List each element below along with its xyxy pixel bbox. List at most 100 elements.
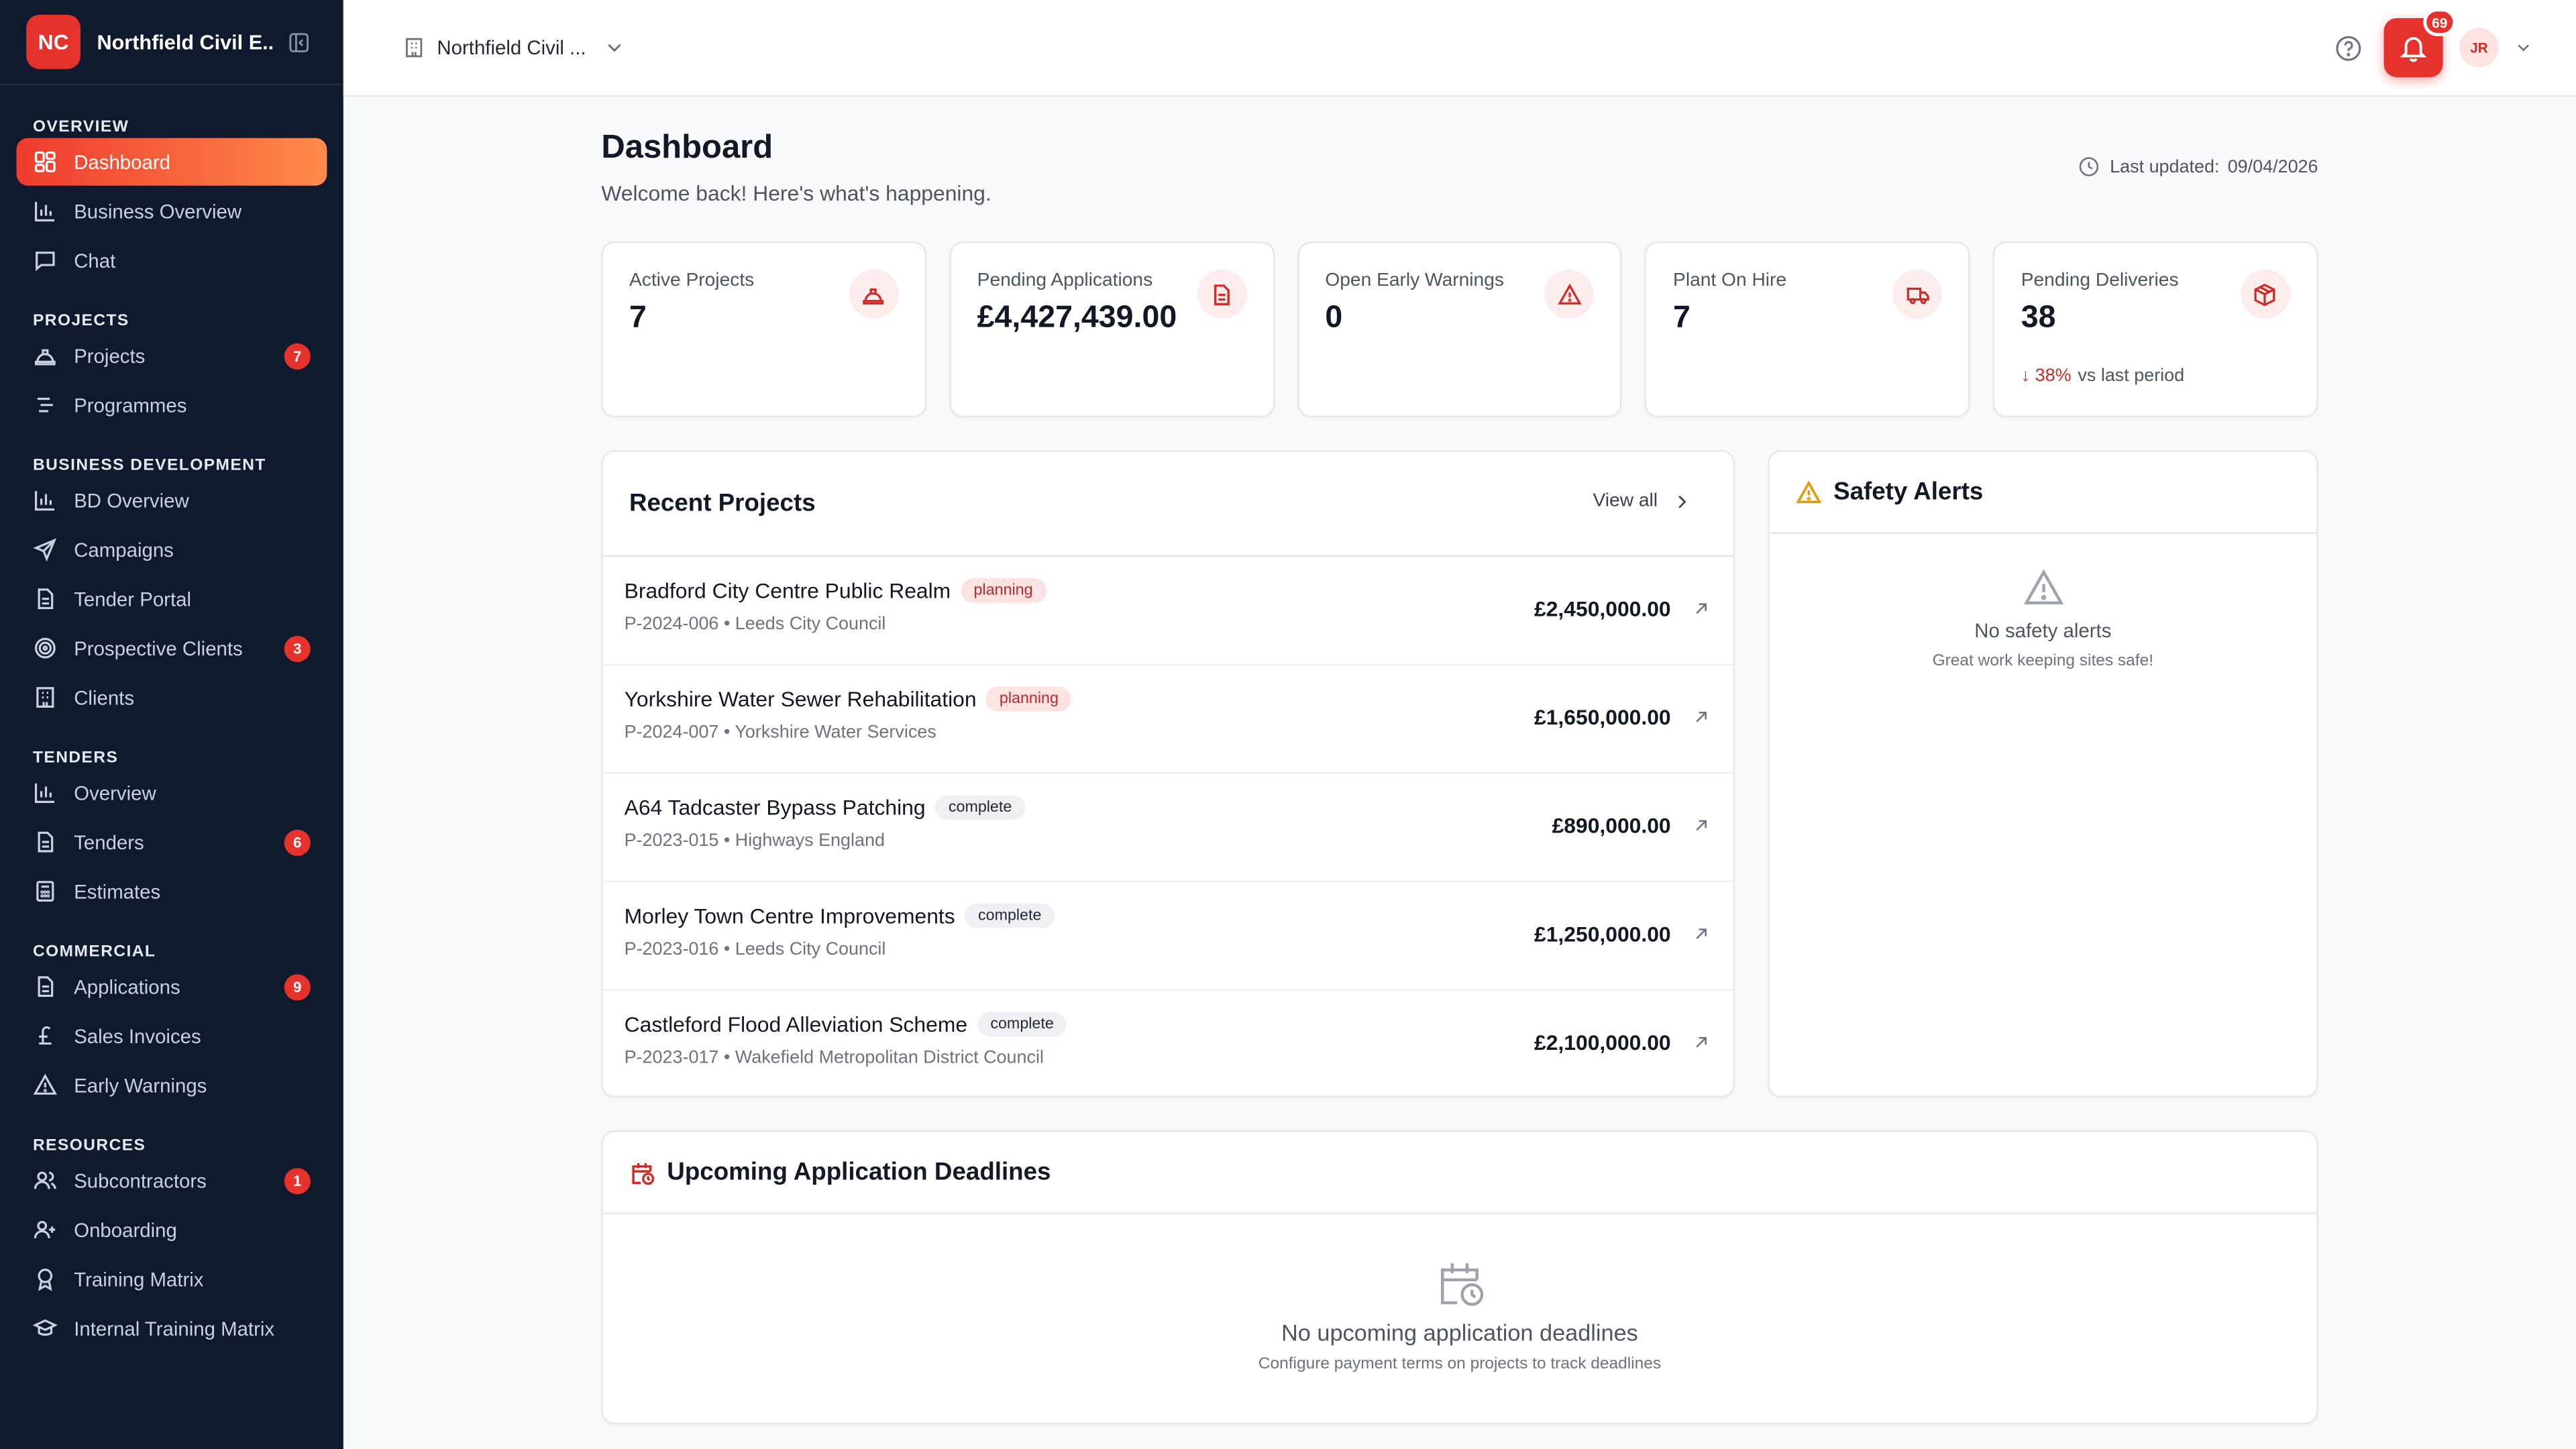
- sidebar-item-programmes[interactable]: Programmes: [16, 381, 327, 429]
- stat-icon-wrap: [1197, 269, 1246, 319]
- arrow-up-right-icon[interactable]: [1692, 1033, 1710, 1051]
- last-updated-value: 09/04/2026: [2227, 156, 2318, 177]
- stat-icon-wrap: [849, 269, 899, 319]
- sidebar-item-prospective-clients[interactable]: Prospective Clients 3: [16, 625, 327, 672]
- sidebar-item-campaigns[interactable]: Campaigns: [16, 526, 327, 574]
- bell-icon: [2400, 37, 2427, 62]
- upcoming-deadlines-panel: Upcoming Application Deadlines No upcomi…: [601, 1130, 2318, 1425]
- sidebar-item-label: Internal Training Matrix: [74, 1316, 275, 1340]
- building-icon: [406, 38, 423, 58]
- sidebar-item-training-matrix[interactable]: Training Matrix: [16, 1255, 327, 1303]
- count-badge: 9: [284, 973, 311, 1000]
- sidebar-item-onboarding[interactable]: Onboarding: [16, 1206, 327, 1254]
- stat-icon-wrap: [1892, 269, 1943, 319]
- stat-card-pending-deliveries[interactable]: Pending Deliveries 38 ↓ 38% vs last perio…: [1993, 241, 2318, 418]
- chevron-down-icon[interactable]: [2514, 38, 2533, 57]
- sidebar-item-label: Tender Portal: [74, 587, 192, 610]
- sidebar-item-dashboard[interactable]: Dashboard: [16, 138, 327, 186]
- table-row[interactable]: Castleford Flood Alleviation Scheme comp…: [603, 991, 1733, 1099]
- stat-trend: ↓ 38% vs last period: [2021, 366, 2184, 386]
- page-subtitle: Welcome back! Here's what's happening.: [601, 180, 991, 206]
- sidebar-item-applications[interactable]: Applications 9: [16, 963, 327, 1010]
- recent-projects-header: Recent Projects View all: [602, 451, 1733, 557]
- sidebar-item-label: Sales Invoices: [74, 1024, 201, 1048]
- project-meta: P-2023-015 • Highways England: [624, 831, 885, 851]
- help-circle-icon[interactable]: [2334, 34, 2363, 62]
- status-badge: complete: [977, 1012, 1067, 1037]
- project-name: A64 Tadcaster Bypass Patching: [624, 795, 926, 820]
- status-badge: complete: [935, 795, 1025, 820]
- warning-triangle-icon: [1796, 480, 1822, 502]
- chevron-right-icon: [1678, 494, 1686, 508]
- empty-state-subtitle: Configure payment terms on projects to t…: [1258, 1355, 1662, 1374]
- sidebar-item-tenders-overview[interactable]: Overview: [16, 769, 327, 816]
- status-badge: complete: [965, 903, 1055, 928]
- document-icon: [1214, 283, 1230, 305]
- sidebar-item-tender-portal[interactable]: Tender Portal: [16, 575, 327, 623]
- warning-triangle-icon: [33, 1073, 58, 1095]
- project-value: £1,250,000.00: [1534, 921, 1671, 947]
- sidebar-item-clients[interactable]: Clients: [16, 674, 327, 721]
- project-name: Bradford City Centre Public Realm: [624, 578, 951, 603]
- brand-name[interactable]: Northfield Civil E...: [97, 30, 274, 53]
- nav-section-commercial: COMMERCIAL: [32, 943, 156, 961]
- notifications-button[interactable]: 69: [2383, 8, 2457, 78]
- stat-card-open-early-warnings[interactable]: Open Early Warnings 0: [1297, 241, 1623, 418]
- table-row[interactable]: Morley Town Centre Improvements complete…: [602, 882, 1733, 991]
- hard-hat-icon: [34, 349, 56, 366]
- nav-section-overview: OVERVIEW: [32, 118, 129, 137]
- table-row[interactable]: Bradford City Centre Public Realm planni…: [602, 557, 1733, 665]
- status-badge: planning: [960, 578, 1046, 603]
- stat-card-pending-applications[interactable]: Pending Applications £4,427,439.00: [949, 241, 1275, 418]
- sidebar-item-chat[interactable]: Chat: [16, 237, 327, 284]
- bar-chart-icon: [34, 490, 55, 511]
- sidebar-item-tenders[interactable]: Tenders 6: [16, 818, 327, 866]
- arrow-up-right-icon[interactable]: [1692, 816, 1710, 835]
- brand-logo[interactable]: NC: [26, 15, 81, 69]
- view-all-link[interactable]: View all: [1593, 491, 1690, 511]
- project-name-line: Yorkshire Water Sewer Rehabilitation pla…: [625, 686, 1072, 712]
- nav-section-tenders: TENDERS: [32, 749, 119, 767]
- sidebar-item-label: Training Matrix: [74, 1267, 204, 1291]
- sidebar-item-label: Chat: [74, 249, 116, 272]
- status-badge: planning: [986, 686, 1072, 712]
- sidebar-item-sales-invoices[interactable]: Sales Invoices: [16, 1012, 327, 1060]
- table-row[interactable]: A64 Tadcaster Bypass Patching complete P…: [602, 773, 1733, 883]
- sidebar-item-label: Subcontractors: [74, 1169, 207, 1192]
- sidebar-item-label: Clients: [74, 686, 135, 709]
- sidebar-item-label: Tenders: [74, 830, 144, 854]
- sidebar-collapse-icon[interactable]: [288, 30, 311, 53]
- project-name-line: Bradford City Centre Public Realm planni…: [625, 578, 1046, 603]
- user-plus-icon: [34, 1220, 56, 1238]
- organization-selector[interactable]: Northfield Civil ...: [402, 36, 625, 59]
- sidebar-item-subcontractors[interactable]: Subcontractors 1: [16, 1157, 327, 1204]
- safety-alerts-panel: Safety Alerts No safety alerts Great wor…: [1768, 450, 2318, 1097]
- project-value: £890,000.00: [1552, 813, 1671, 838]
- sidebar-item-label: Early Warnings: [74, 1073, 207, 1097]
- project-meta: P-2023-016 • Leeds City Council: [624, 939, 886, 960]
- project-value: £1,650,000.00: [1534, 704, 1671, 730]
- sidebar-item-internal-training-matrix[interactable]: Internal Training Matrix: [16, 1305, 327, 1352]
- nav-section-business-development: BUSINESS DEVELOPMENT: [32, 456, 266, 475]
- sidebar-item-bd-overview[interactable]: BD Overview: [16, 476, 327, 524]
- pound-icon: [39, 1026, 52, 1045]
- arrow-up-right-icon[interactable]: [1692, 708, 1710, 727]
- arrow-up-right-icon[interactable]: [1692, 600, 1710, 618]
- count-badge: 1: [284, 1167, 311, 1194]
- sidebar-item-business-overview[interactable]: Business Overview: [16, 187, 327, 235]
- sidebar-item-label: Dashboard: [74, 150, 171, 174]
- organization-name: Northfield Civil ...: [437, 36, 586, 60]
- bar-chart-icon: [34, 783, 55, 804]
- arrow-up-right-icon[interactable]: [1692, 925, 1710, 943]
- sidebar-item-label: Campaigns: [74, 538, 174, 561]
- sidebar-item-estimates[interactable]: Estimates: [16, 867, 327, 915]
- grid-icon: [34, 151, 56, 172]
- stat-card-plant-on-hire[interactable]: Plant On Hire 7: [1645, 241, 1970, 418]
- user-avatar[interactable]: JR: [2459, 28, 2499, 68]
- sidebar-item-early-warnings[interactable]: Early Warnings: [16, 1061, 327, 1109]
- table-row[interactable]: Yorkshire Water Sewer Rehabilitation pla…: [602, 665, 1733, 774]
- building-icon: [36, 687, 54, 708]
- stat-card-active-projects[interactable]: Active Projects 7: [601, 241, 926, 418]
- project-name-line: Morley Town Centre Improvements complete: [625, 903, 1055, 928]
- sidebar-item-projects[interactable]: Projects 7: [16, 332, 327, 380]
